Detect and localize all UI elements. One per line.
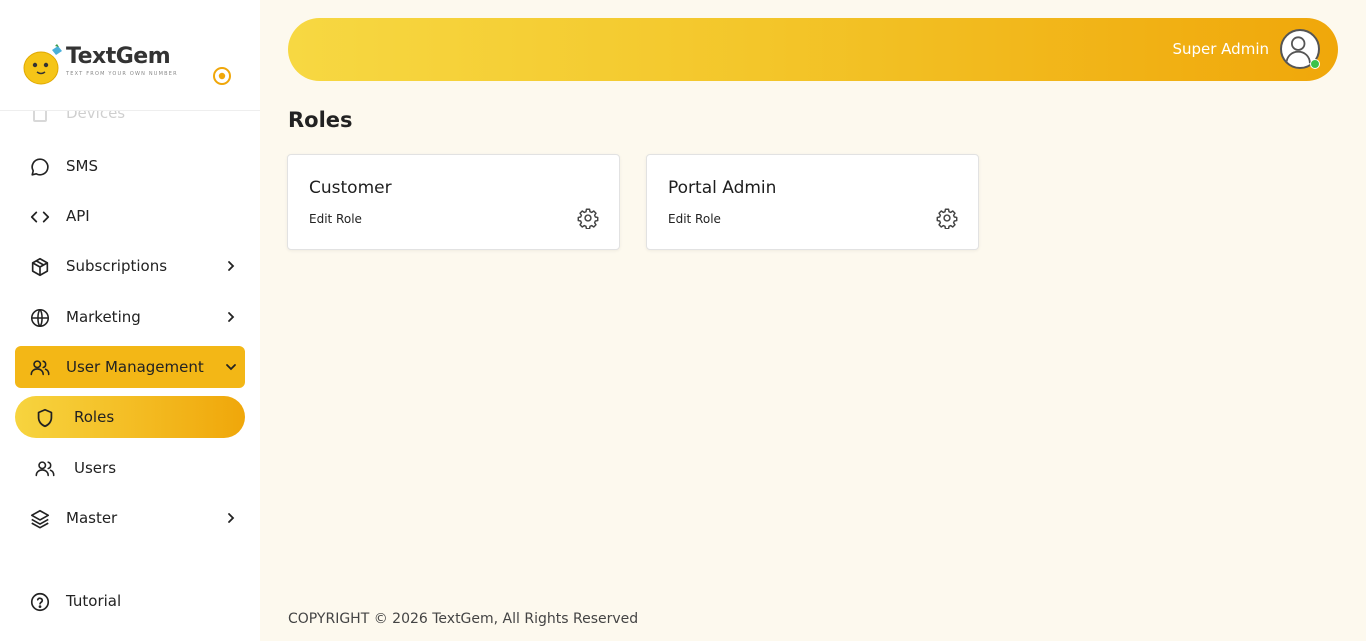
role-name: Customer — [309, 178, 392, 198]
sidebar-item-users[interactable]: Users — [15, 447, 245, 489]
gear-icon[interactable] — [577, 207, 599, 229]
footer-copyright: COPYRIGHT © 2026 TextGem, All Rights Res… — [288, 611, 639, 627]
chevron-down-icon — [226, 364, 236, 371]
top-header: Super Admin — [288, 18, 1338, 81]
page-title: Roles — [288, 108, 353, 132]
brand-logo[interactable]: TextGem TEXT FROM YOUR OWN NUMBER — [22, 44, 178, 86]
logo-area: TextGem TEXT FROM YOUR OWN NUMBER — [0, 0, 260, 111]
brand-name: TextGem — [66, 44, 171, 69]
role-name: Portal Admin — [668, 178, 777, 198]
chevron-right-icon — [228, 312, 235, 322]
sidebar-item-roles[interactable]: Roles — [15, 396, 245, 438]
help-circle-icon — [30, 592, 50, 612]
chat-icon — [31, 158, 49, 176]
edit-role-link[interactable]: Edit Role — [309, 212, 362, 226]
user-name[interactable]: Super Admin — [1172, 40, 1269, 58]
sidebar-item-api[interactable]: API — [15, 195, 245, 237]
sidebar-toggle-icon[interactable] — [212, 66, 232, 86]
chevron-right-icon — [228, 513, 235, 523]
role-card-portal-admin[interactable]: Portal Admin Edit Role — [646, 154, 979, 250]
sidebar-item-subscriptions[interactable]: Subscriptions — [15, 245, 245, 287]
online-status-dot — [1310, 59, 1320, 69]
globe-icon — [30, 308, 50, 328]
layers-icon — [30, 509, 50, 529]
sidebar-item-master[interactable]: Master — [15, 497, 245, 539]
users-icon — [35, 461, 55, 477]
box-icon — [31, 257, 49, 277]
gear-icon[interactable] — [936, 207, 958, 229]
edit-role-link[interactable]: Edit Role — [668, 212, 721, 226]
sidebar-item-user-management[interactable]: User Management — [15, 346, 245, 388]
users-icon — [30, 360, 50, 376]
sidebar: Devices TextGem TEXT FROM YOUR OWN NUMBE… — [0, 0, 260, 641]
code-icon — [30, 211, 50, 223]
chevron-right-icon — [228, 261, 235, 271]
role-card-customer[interactable]: Customer Edit Role — [287, 154, 620, 250]
shield-icon — [37, 408, 53, 428]
sidebar-item-marketing[interactable]: Marketing — [15, 296, 245, 338]
sidebar-item-tutorial[interactable]: Tutorial — [15, 580, 245, 622]
brand-tagline: TEXT FROM YOUR OWN NUMBER — [66, 71, 178, 77]
sidebar-item-sms[interactable]: SMS — [15, 145, 245, 187]
mascot-icon — [23, 44, 62, 85]
